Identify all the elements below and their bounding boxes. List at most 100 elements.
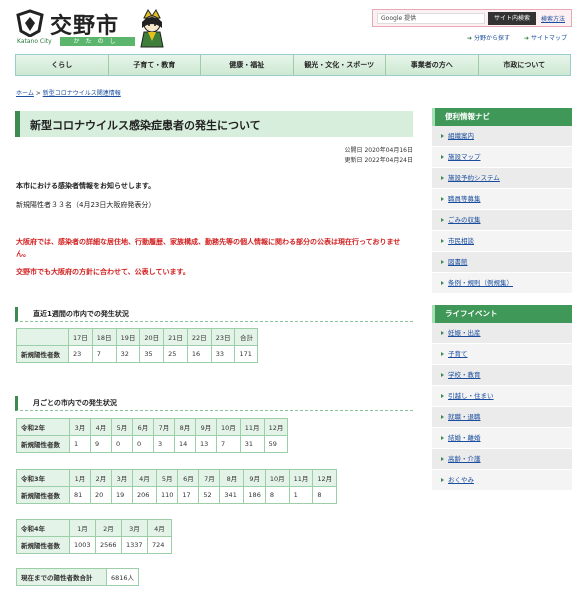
sidebar-item-label: ごみの収集 <box>448 216 481 224</box>
row-label: 新規陽性者数 <box>16 486 70 504</box>
global-nav: くらし 子育て・教育 健康・福祉 観光・文化・スポーツ 事業者の方へ 市政につい… <box>15 54 571 76</box>
table-header-cell: 22日 <box>186 328 212 346</box>
table-cell: 20 <box>90 486 112 504</box>
sidebar-item-employment[interactable]: 就職・退職 <box>432 407 572 428</box>
breadcrumb-current-link[interactable]: 新型コロナウイルス関連情報 <box>43 90 121 97</box>
sidebar-item-marriage[interactable]: 結婚・離婚 <box>432 428 572 449</box>
arrow-right-icon <box>441 373 444 377</box>
arrow-right-icon <box>441 394 444 398</box>
breadcrumb-home-link[interactable]: ホーム <box>16 90 34 97</box>
arrow-right-icon <box>441 436 444 440</box>
sidebar-nav: 便利情報ナビ 組織案内 施設マップ 施設予約システム 職員等募集 ごみの収集 市… <box>432 108 572 294</box>
monthly-table-r4: 令和4年 1月 2月 3月 4月 新規陽性者数 1003 2566 1337 7… <box>16 519 172 554</box>
table-cell: 724 <box>147 536 172 554</box>
table-header-cell <box>16 328 69 346</box>
sidebar-item-label: 職員等募集 <box>448 195 481 203</box>
table-header-cell: 合計 <box>234 328 259 346</box>
gnav-item-government[interactable]: 市政について <box>478 55 570 75</box>
site-logo-en: Katano City <box>17 38 52 45</box>
gnav-item-business[interactable]: 事業者の方へ <box>386 55 479 75</box>
arrow-right-icon: ➔ <box>467 35 473 42</box>
privacy-notice: 大阪府では、感染者の詳細な居住地、行動履歴、家族構成、勤務先等の個人情報に関わる… <box>16 238 401 258</box>
arrow-right-icon <box>441 197 444 201</box>
table-header-row: 令和2年 3月 4月 5月 6月 7月 8月 9月 10月 11月 12月 <box>16 418 289 436</box>
sidebar-item-elderly[interactable]: 高齢・介護 <box>432 449 572 470</box>
city-emblem-icon[interactable] <box>15 9 45 37</box>
year-label: 令和2年 <box>16 418 70 436</box>
row-label: 新規陽性者数 <box>16 345 69 363</box>
table-header-cell: 12月 <box>263 418 289 436</box>
sidebar-item-moving[interactable]: 引越し・住まい <box>432 386 572 407</box>
row-label: 新規陽性者数 <box>16 536 70 554</box>
arrow-right-icon <box>441 331 444 335</box>
table-cell: 19 <box>111 486 133 504</box>
sidebar-item-consultation[interactable]: 市民相談 <box>432 231 572 252</box>
gnav-item-childcare[interactable]: 子育て・教育 <box>108 55 201 75</box>
site-logo-kana: かたのし <box>60 37 135 46</box>
table-header-cell: 11月 <box>239 418 265 436</box>
table-header-cell: 6月 <box>177 469 200 487</box>
table-cell: 171 <box>234 345 259 363</box>
sidebar-item-label: 子育て <box>448 350 468 358</box>
table-cell: 1 <box>288 486 314 504</box>
table-header-cell: 3月 <box>69 418 91 436</box>
sidebar-item-garbage[interactable]: ごみの収集 <box>432 210 572 231</box>
sidebar-item-bereavement[interactable]: おくやみ <box>432 470 572 491</box>
page-title: 新型コロナウイルス感染症患者の発生について <box>30 119 261 132</box>
arrow-right-icon <box>441 352 444 356</box>
table-header-cell: 18日 <box>91 328 117 346</box>
gnav-item-living[interactable]: くらし <box>16 55 109 75</box>
gnav-item-tourism[interactable]: 観光・文化・スポーツ <box>293 55 386 75</box>
sidebar-nav-heading: 便利情報ナビ <box>432 108 572 126</box>
sidebar-life-heading: ライフイベント <box>432 305 572 323</box>
table-cell: 52 <box>198 486 221 504</box>
sidebar-item-label: 引越し・住まい <box>448 392 494 400</box>
table-header-row: 令和3年 1月 2月 3月 4月 5月 6月 7月 8月 9月 10月 11月 … <box>16 469 338 487</box>
search-button[interactable]: サイト内検索 <box>488 12 536 25</box>
sitemap-link[interactable]: ➔ サイトマップ <box>524 33 567 42</box>
table-header-row: 17日 18日 19日 20日 21日 22日 23日 合計 <box>16 328 259 346</box>
sidebar-item-childcare[interactable]: 子育て <box>432 344 572 365</box>
search-help-link[interactable]: 検索方法 <box>541 14 565 23</box>
table-row: 新規陽性者数 1 9 0 0 3 14 13 7 31 59 <box>16 435 289 453</box>
arrow-right-icon <box>441 134 444 138</box>
table-cell: 8 <box>312 486 338 504</box>
table-cell: 2566 <box>95 536 122 554</box>
updated-date: 更新日 2022年04月24日 <box>344 157 413 164</box>
sidebar-item-label: 施設マップ <box>448 153 481 161</box>
sidebar-item-organization[interactable]: 組織案内 <box>432 126 572 147</box>
table-row: 新規陽性者数 81 20 19 206 110 17 52 341 186 8 … <box>16 486 338 504</box>
table-header-cell: 12月 <box>312 469 338 487</box>
policy-notice: 交野市でも大阪府の方針に合わせて、公表しています。 <box>16 268 190 276</box>
table-cell: 341 <box>219 486 245 504</box>
table-header-cell: 1月 <box>69 519 96 537</box>
table-header-cell: 8月 <box>219 469 245 487</box>
sidebar-item-library[interactable]: 図書館 <box>432 252 572 273</box>
table-header-cell: 10月 <box>264 469 290 487</box>
mascot-icon <box>140 9 164 48</box>
table-cell: 7 <box>91 345 117 363</box>
browse-by-field-link[interactable]: ➔ 分野から探す <box>467 33 510 42</box>
sidebar-item-ordinances[interactable]: 条例・規則（例規集） <box>432 273 572 294</box>
search-input[interactable]: Google 提供 <box>377 13 485 24</box>
sidebar-item-reservation[interactable]: 施設予約システム <box>432 168 572 189</box>
site-header: 交野市 Katano City かたのし Google 提供 サイト内検索 検索… <box>0 0 580 50</box>
table-cell: 186 <box>243 486 266 504</box>
sidebar-item-pregnancy[interactable]: 妊娠・出産 <box>432 323 572 344</box>
table-header-cell: 5月 <box>155 469 179 487</box>
table-header-cell: 5月 <box>111 418 133 436</box>
table-cell: 1337 <box>121 536 148 554</box>
year-label: 令和3年 <box>16 469 70 487</box>
table-cell: 0 <box>132 435 154 453</box>
site-logo-title[interactable]: 交野市 <box>50 8 119 40</box>
gnav-item-health[interactable]: 健康・福祉 <box>201 55 294 75</box>
row-label: 新規陽性者数 <box>16 435 70 453</box>
sidebar-item-recruitment[interactable]: 職員等募集 <box>432 189 572 210</box>
sidebar-item-school[interactable]: 学校・教育 <box>432 365 572 386</box>
sidebar-item-facility-map[interactable]: 施設マップ <box>432 147 572 168</box>
intro-text: 本市における感染者情報をお知らせします。 <box>16 182 156 190</box>
table-row: 現在までの陽性者数合計 6816人 <box>16 568 140 586</box>
table-cell: 31 <box>239 435 265 453</box>
table-cell: 59 <box>263 435 289 453</box>
table-cell: 9 <box>90 435 112 453</box>
